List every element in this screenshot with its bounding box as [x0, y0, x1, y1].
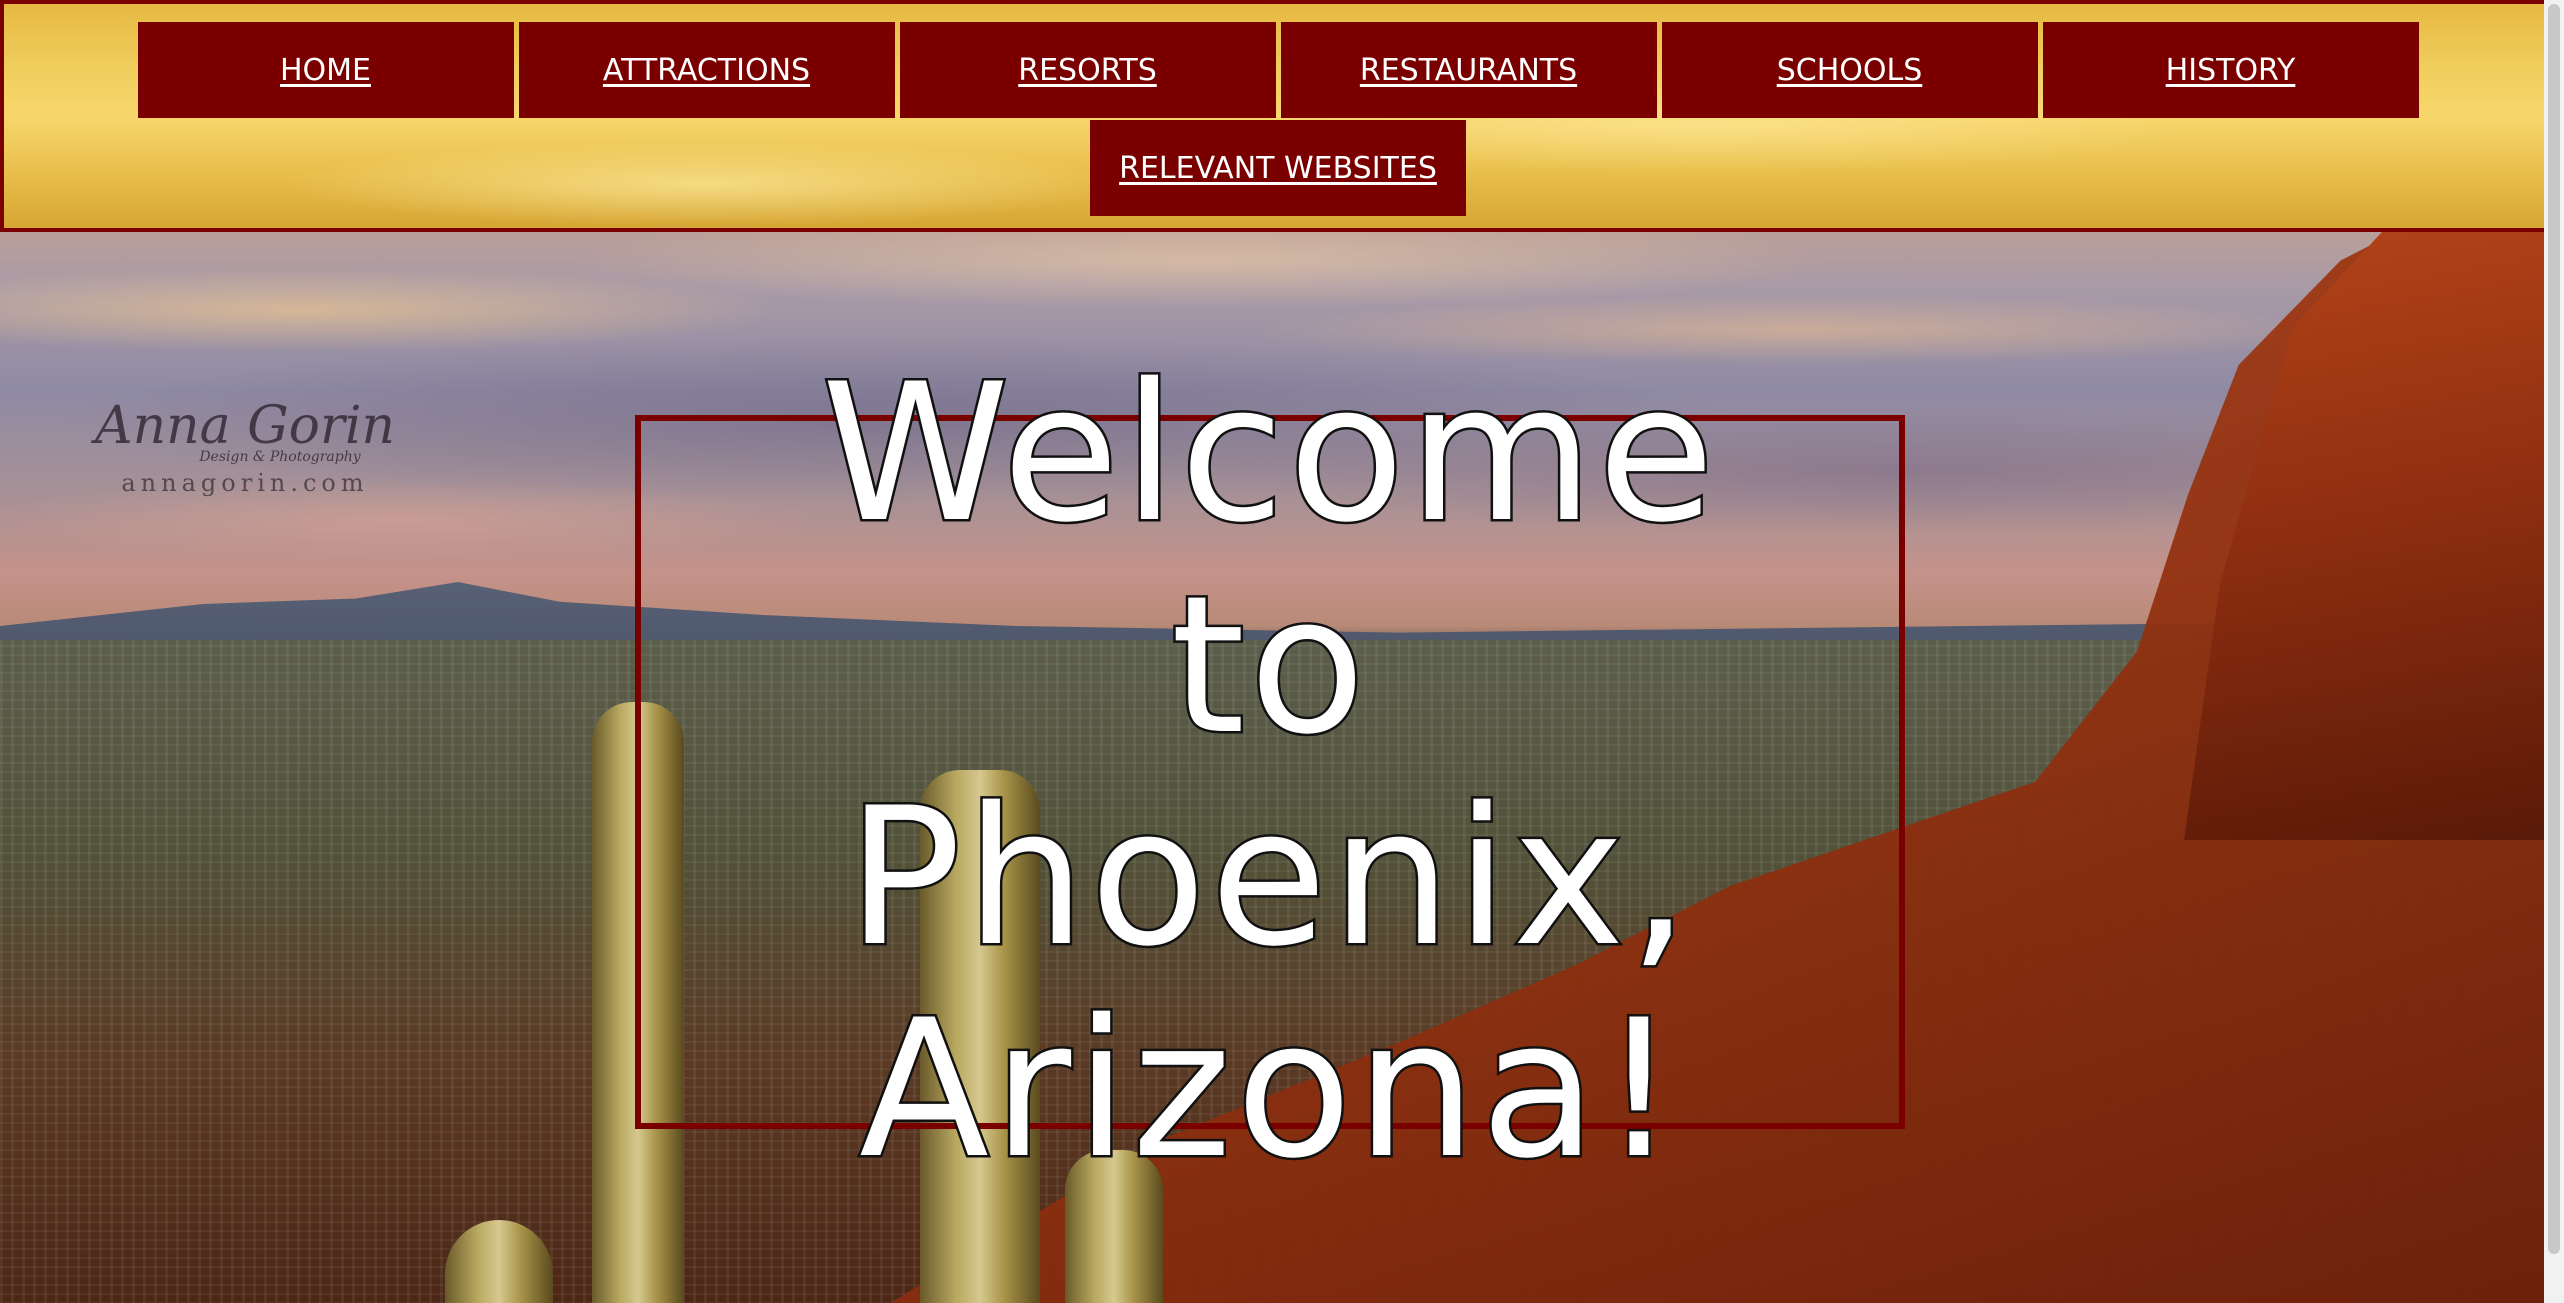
nav-row-primary: HOME ATTRACTIONS RESORTS RESTAURANTS SCH… [4, 22, 2552, 118]
page-title: Welcome to Phoenix, Arizona! [819, 343, 1719, 1200]
nav-link-home[interactable]: HOME [280, 53, 371, 88]
nav-link-relevant-websites[interactable]: RELEVANT WEBSITES [1119, 151, 1437, 186]
watermark-url: annagorin.com [121, 469, 369, 497]
nav-item-attractions[interactable]: ATTRACTIONS [518, 22, 895, 118]
nav-item-history[interactable]: HISTORY [2042, 22, 2419, 118]
nav-item-relevant-websites[interactable]: RELEVANT WEBSITES [1090, 120, 1466, 216]
nav-item-resorts[interactable]: RESORTS [899, 22, 1276, 118]
photographer-watermark: Anna Gorin Design & Photography annagori… [95, 398, 395, 500]
scrollbar-thumb[interactable] [2548, 4, 2560, 1254]
nav-item-restaurants[interactable]: RESTAURANTS [1280, 22, 1657, 118]
nav-row-secondary: RELEVANT WEBSITES [4, 120, 2552, 216]
nav-link-schools[interactable]: SCHOOLS [1777, 53, 1923, 88]
nav-link-history[interactable]: HISTORY [2166, 53, 2296, 88]
nav-link-restaurants[interactable]: RESTAURANTS [1360, 53, 1577, 88]
welcome-banner: Welcome to Phoenix, Arizona! [635, 345, 1905, 1198]
nav-item-schools[interactable]: SCHOOLS [1661, 22, 2038, 118]
vertical-scrollbar[interactable] [2544, 0, 2564, 1303]
watermark-name: Anna Gorin [95, 396, 395, 456]
nav-link-resorts[interactable]: RESORTS [1018, 53, 1157, 88]
nav-link-attractions[interactable]: ATTRACTIONS [603, 53, 810, 88]
nav-item-home[interactable]: HOME [137, 22, 514, 118]
main-navigation: HOME ATTRACTIONS RESORTS RESTAURANTS SCH… [0, 0, 2556, 232]
